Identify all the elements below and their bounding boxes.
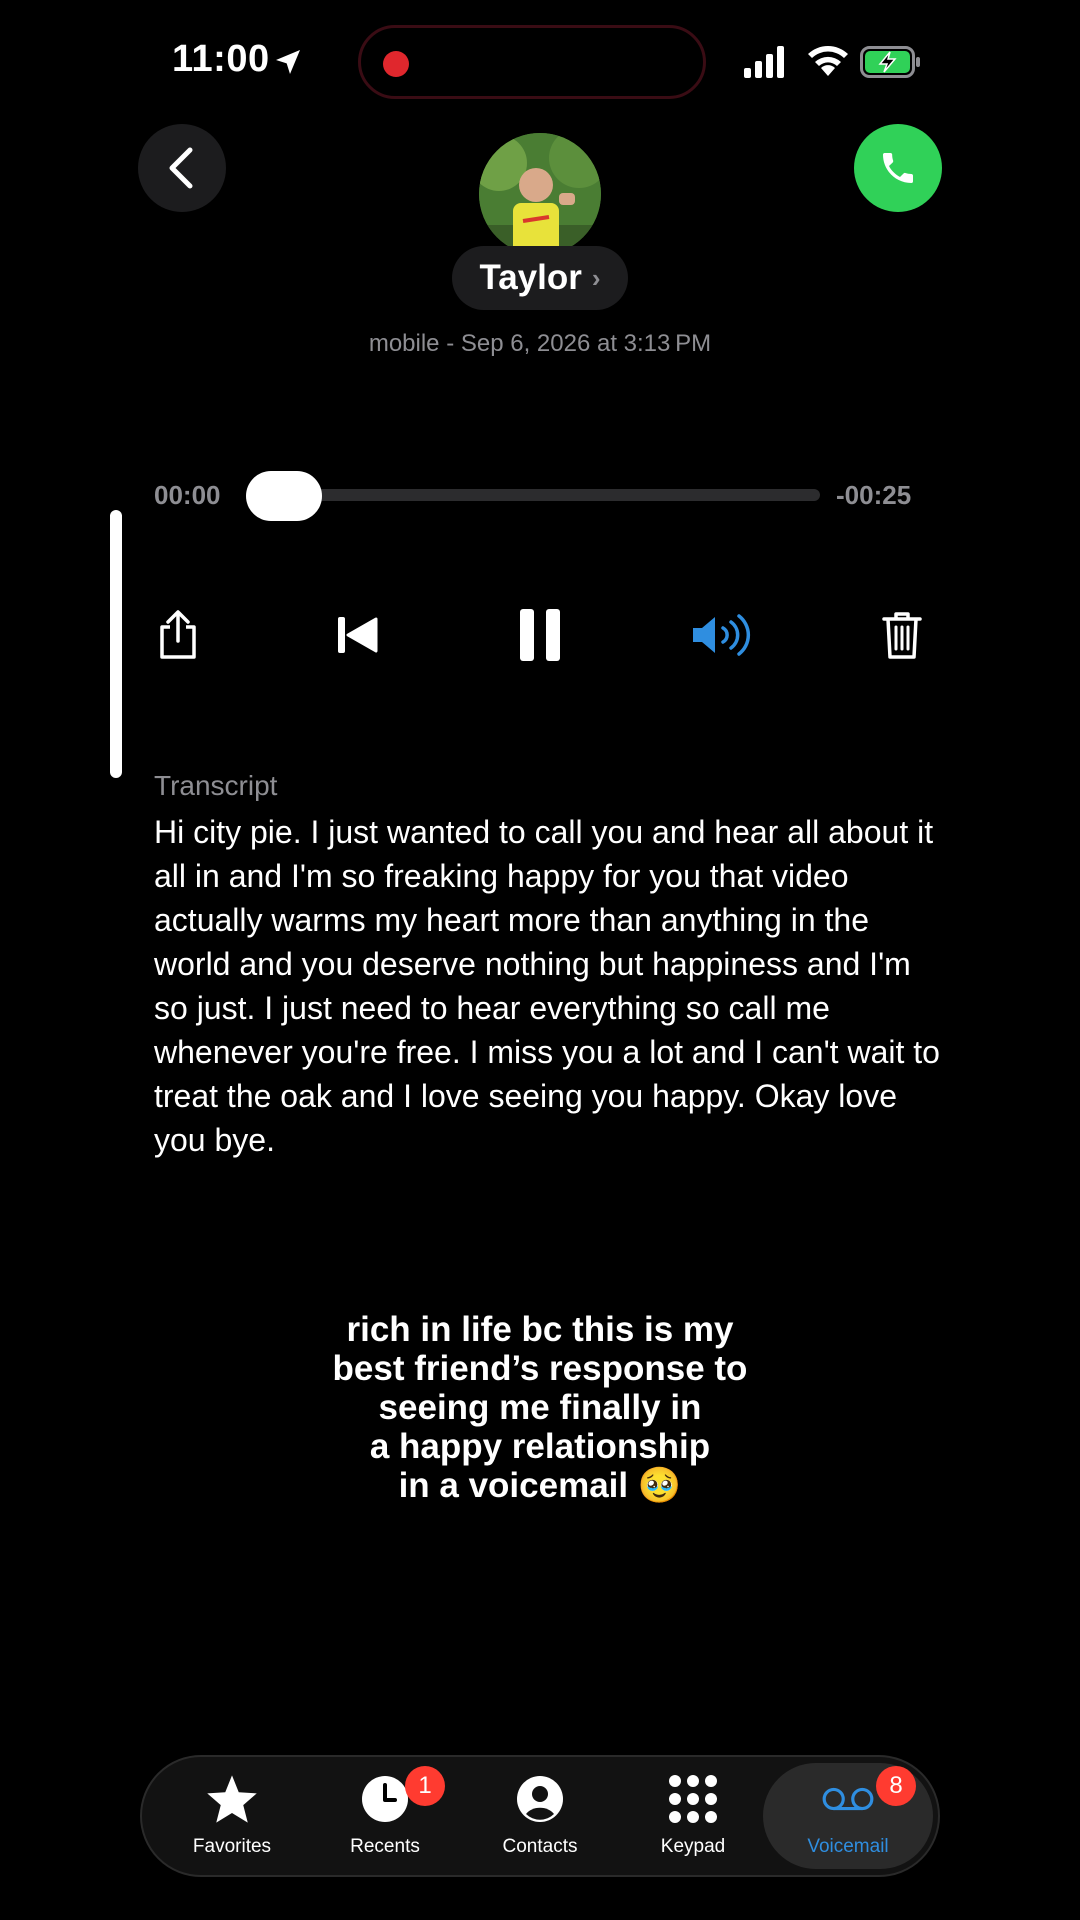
pause-button[interactable] [500,600,580,670]
remaining-time: -00:25 [836,480,912,510]
chevron-left-icon [169,147,193,189]
speaker-icon [693,614,751,656]
wifi-icon [808,46,848,76]
tab-keypad-label: Keypad [660,1836,726,1857]
trash-icon [882,612,922,659]
dynamic-island[interactable] [358,25,706,99]
call-button[interactable] [854,124,942,212]
tab-favorites-label: Favorites [192,1836,272,1857]
location-arrow-icon [276,50,300,74]
star-icon [207,1775,257,1823]
person-circle-icon [517,1776,563,1822]
overlay-caption: rich in life bc this is my best friend’s… [332,1310,748,1505]
keypad-icon [669,1775,717,1823]
cellular-signal-icon [744,46,784,78]
skip-back-icon [338,617,378,653]
contact-avatar[interactable] [479,133,601,255]
tab-contacts[interactable]: Contacts [465,1772,615,1872]
transcript-text: Hi city pie. I just wanted to call you a… [154,814,940,1158]
share-icon [160,610,196,659]
status-time: 11:00 [172,38,270,80]
chevron-right-icon: › [591,262,601,293]
playback-scrubber[interactable] [248,489,820,501]
voicemail-icon [822,1787,874,1811]
tab-favorites[interactable]: Favorites [157,1772,307,1872]
scroll-indicator[interactable] [110,510,122,778]
delete-button[interactable] [862,600,942,670]
pause-icon [520,609,560,661]
scrubber-thumb[interactable] [246,471,322,521]
contact-name: Taylor [479,258,582,297]
battery-charging-icon [860,46,920,78]
recording-dot-icon [383,51,409,77]
avatar-photo [479,133,601,255]
call-details: mobile - Sep 6, 2026 at 3:13 PM [368,330,712,357]
recents-badge: 1 [405,1766,445,1806]
contact-name-button[interactable]: Taylor › [452,246,628,310]
share-button[interactable] [138,600,218,670]
tab-keypad[interactable]: Keypad [618,1772,768,1872]
voicemail-badge: 8 [876,1766,916,1806]
skip-back-button[interactable] [318,600,398,670]
tab-voicemail-label: Voicemail [807,1836,889,1857]
transcript-label: Transcript [154,770,278,801]
phone-icon [883,153,913,183]
tab-contacts-label: Contacts [502,1836,578,1857]
clock-icon [362,1776,408,1822]
speaker-button[interactable] [682,600,762,670]
tab-recents-label: Recents [350,1836,420,1857]
back-button[interactable] [138,124,226,212]
elapsed-time: 00:00 [154,480,221,510]
